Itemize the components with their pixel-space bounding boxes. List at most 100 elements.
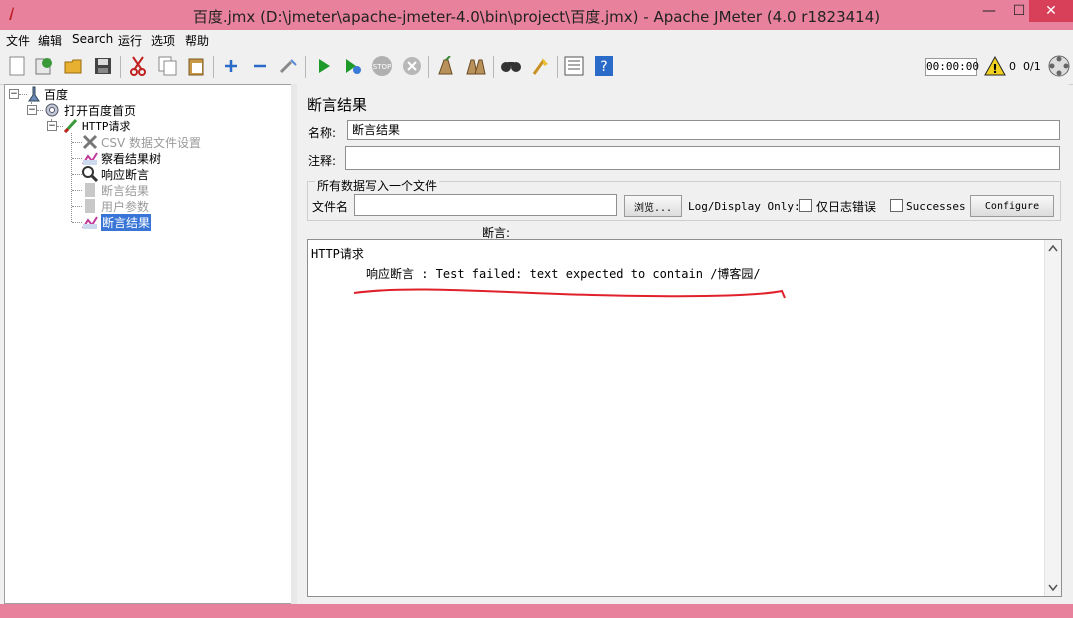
elapsed-time: 00:00:00 [925,58,979,76]
tree-item-label: 百度 [44,87,69,102]
config-icon [82,134,98,150]
scroll-up-icon[interactable] [1048,244,1058,252]
tree-item-http-sampler[interactable]: HTTP请求 [63,118,131,134]
tree-item-thread-group[interactable]: 打开百度首页 [43,102,136,118]
cut-icon[interactable] [127,55,149,77]
test-plan-icon [28,86,40,102]
result-sampler-line: HTTP请求 [311,247,364,261]
help-icon[interactable]: ? [593,55,615,77]
filename-label: 文件名 [312,200,349,214]
shutdown-icon[interactable] [401,55,423,77]
function-helper-icon[interactable] [563,55,585,77]
expander-http-sampler[interactable]: − [47,121,57,131]
tree-item-response-assertion[interactable]: 响应断言 [82,166,149,182]
menu-bar: 文件 编辑 Search 运行 选项 帮助 [0,30,1073,50]
toolbar-separator [557,56,558,78]
errors-only-checkbox[interactable] [799,199,812,212]
toolbar-separator [428,56,429,78]
svg-text:STOP: STOP [373,63,391,71]
tree-item-assertion-results[interactable]: 断言结果 [82,213,152,231]
successes-checkbox[interactable] [890,199,903,212]
filename-field[interactable] [354,194,617,216]
sampler-icon [63,118,78,134]
menu-search[interactable]: Search [72,32,113,46]
remote-status-icon [1048,55,1070,77]
warning-count: 0 [1009,60,1016,73]
write-to-file-title: 所有数据写入一个文件 [315,177,440,194]
tree-item-label: HTTP请求 [82,120,131,133]
paste-icon[interactable] [186,55,208,77]
thread-group-icon [45,103,59,117]
clear-all-icon[interactable] [465,55,487,77]
toolbar-separator [305,56,306,78]
expander-thread-group[interactable]: − [27,105,37,115]
collapse-icon[interactable] [249,55,271,77]
new-icon[interactable] [6,55,28,77]
close-button[interactable]: ✕ [1029,0,1073,22]
stop-icon[interactable]: STOP [371,55,393,77]
tree-item-label: 察看结果树 [101,151,162,166]
search-icon[interactable] [500,55,522,77]
toolbar-separator [120,56,121,78]
assertion-results-panel: 断言结果 名称: 断言结果 注释: 所有数据写入一个文件 文件名 浏览... L… [297,84,1069,604]
assertion-icon [82,166,98,182]
tree-item-assertion-results-disabled[interactable]: 断言结果 [82,182,149,198]
tree-item-label: 响应断言 [101,167,150,182]
warning-icon[interactable]: ! [984,56,1006,76]
tree-item-csv-config[interactable]: CSV 数据文件设置 [82,134,201,150]
panel-title: 断言结果 [307,96,368,114]
comment-label: 注释: [308,154,337,168]
comment-field[interactable] [345,146,1060,170]
tree-item-label: CSV 数据文件设置 [101,135,202,150]
tree-item-label: 断言结果 [101,213,152,231]
expander-test-plan[interactable]: − [9,89,19,99]
listener-disabled-icon [85,183,95,197]
tree-item-label: 断言结果 [101,183,150,198]
toolbar: STOP ? 00:00:00 ! 0 0/1 [0,50,1073,85]
tree-item-user-parameters[interactable]: 用户参数 [82,198,149,214]
status-strip [0,604,1073,618]
toolbar-separator [213,56,214,78]
start-icon[interactable] [313,55,335,77]
templates-icon[interactable] [33,55,55,77]
assertion-results-text[interactable]: HTTP请求 响应断言 : Test failed: text expected… [307,239,1062,597]
menu-edit[interactable]: 编辑 [38,32,62,49]
svg-text:!: ! [992,62,997,76]
configure-button[interactable]: Configure [970,195,1054,217]
listener-icon [82,216,98,229]
start-no-pauses-icon[interactable] [342,55,364,77]
window-title: 百度.jmx (D:\jmeter\apache-jmeter-4.0\bin\… [192,8,881,26]
red-underline-annotation [353,288,786,299]
expand-icon[interactable] [220,55,242,77]
toggle-icon[interactable] [278,55,300,77]
name-label: 名称: [308,126,337,140]
save-icon[interactable] [92,55,114,77]
browse-button[interactable]: 浏览... [624,195,682,217]
menu-file[interactable]: 文件 [6,32,30,49]
name-field[interactable]: 断言结果 [347,120,1060,140]
scroll-down-icon[interactable] [1048,584,1058,592]
result-assertion-line: 响应断言 : Test failed: text expected to con… [366,267,761,281]
test-plan-tree: − 百度 − 打开百度首页 − HTTP请求 CSV 数据文件设置 察看结果树 … [4,84,292,604]
vertical-scrollbar[interactable] [1044,240,1061,596]
open-icon[interactable] [63,55,85,77]
tree-item-test-plan[interactable]: 百度 [27,86,68,102]
minimize-button[interactable]: — [974,0,1004,22]
toolbar-separator [493,56,494,78]
menu-help[interactable]: 帮助 [185,32,209,49]
menu-run[interactable]: 运行 [118,32,142,49]
clear-icon[interactable] [435,55,457,77]
title-bar: 百度.jmx (D:\jmeter\apache-jmeter-4.0\bin\… [0,0,1073,30]
active-threads: 0/1 [1023,60,1041,73]
tree-item-label: 用户参数 [101,199,150,214]
copy-icon[interactable] [157,55,179,77]
reset-search-icon[interactable] [529,55,551,77]
tree-item-view-results-tree[interactable]: 察看结果树 [82,150,161,166]
errors-only-label: 仅日志错误 [816,200,877,214]
successes-label: Successes [906,200,966,213]
preprocessor-icon [85,199,95,213]
svg-text:?: ? [600,59,607,75]
log-display-only-label: Log/Display Only: [688,200,801,213]
tree-item-label: 打开百度首页 [64,103,137,118]
menu-options[interactable]: 选项 [151,32,175,49]
